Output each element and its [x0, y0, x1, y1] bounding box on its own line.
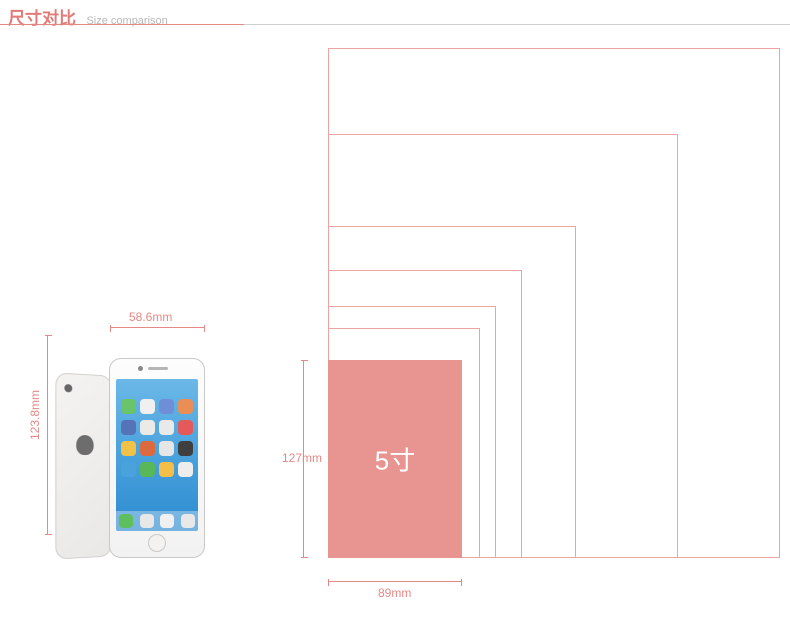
app-icon [159, 420, 174, 435]
app-icon [178, 462, 193, 477]
app-icon [159, 462, 174, 477]
size-box-5inch-label: 5寸 [375, 441, 415, 478]
dock-icon [181, 514, 195, 528]
app-icon [121, 441, 136, 456]
phone-front-view [109, 358, 205, 558]
header: 尺寸对比 Size comparison [0, 0, 790, 31]
size-boxes-group: 5寸 [328, 48, 780, 558]
box-width-dim-line [328, 581, 462, 582]
app-icon [140, 420, 155, 435]
phone-width-label: 58.6mm [129, 310, 172, 324]
phone-height-label: 123.8mm [28, 390, 42, 440]
phone-speaker-icon [148, 367, 168, 370]
app-icon [178, 441, 193, 456]
size-box-5inch-filled: 5寸 [328, 360, 462, 558]
box-width-label: 89mm [378, 586, 411, 600]
app-icon [159, 399, 174, 414]
dock-icon [160, 514, 174, 528]
phone-back-view [55, 372, 111, 559]
header-underline-accent [0, 24, 244, 25]
box-height-label: 127mm [282, 451, 322, 465]
phone-illustration [55, 326, 225, 558]
phone-back-camera-icon [64, 384, 72, 392]
title-cn: 尺寸对比 [8, 9, 76, 28]
app-icon [121, 420, 136, 435]
dock-icon [140, 514, 154, 528]
app-icon [178, 420, 193, 435]
title-en: Size comparison [86, 15, 167, 27]
phone-screen [116, 379, 198, 531]
box-height-dim-line [303, 360, 304, 558]
app-icon [121, 399, 136, 414]
app-icon [140, 441, 155, 456]
home-button-icon [148, 534, 166, 552]
app-icon [121, 462, 136, 477]
app-icon [140, 462, 155, 477]
phone-height-dim-line [47, 335, 48, 535]
app-icon [159, 441, 174, 456]
app-icon [140, 399, 155, 414]
app-icon [178, 399, 193, 414]
phone-dock [116, 511, 198, 531]
phone-front-camera-icon [138, 366, 143, 371]
header-underline-rest [244, 24, 790, 25]
dock-icon [119, 514, 133, 528]
apple-logo-icon [76, 435, 93, 455]
